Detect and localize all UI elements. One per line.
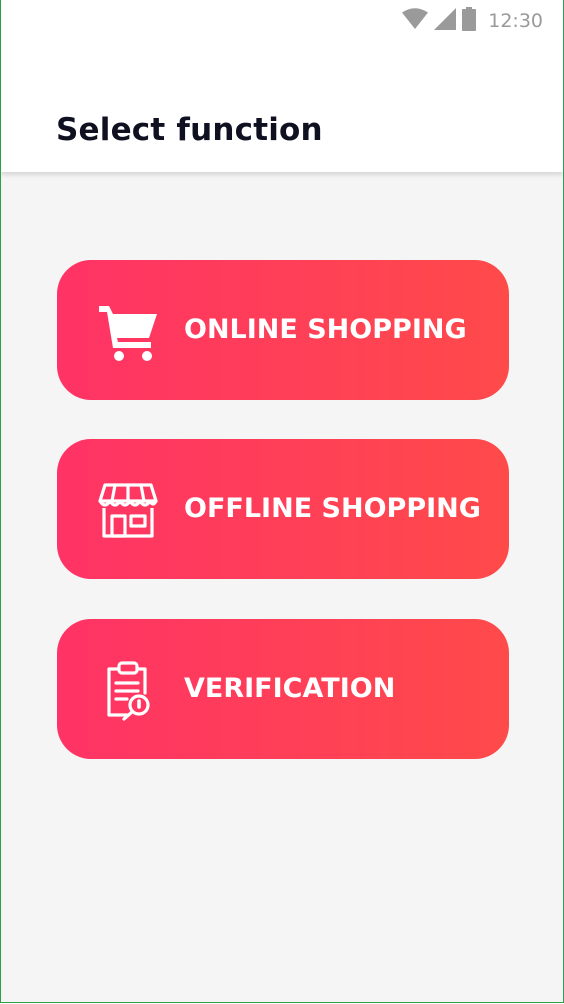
clipboard-search-icon	[97, 659, 159, 721]
shopping-cart-icon	[97, 300, 159, 362]
verification-button[interactable]: VERIFICATION	[57, 619, 509, 759]
status-time: 12:30	[488, 10, 543, 32]
verification-label: VERIFICATION	[184, 673, 396, 704]
storefront-icon	[97, 479, 159, 541]
cell-signal-icon	[434, 7, 457, 35]
status-icons: 12:30	[402, 6, 543, 36]
wifi-icon	[402, 7, 429, 35]
page-title: Select function	[56, 112, 323, 148]
app-screen: 12:30 Select function ONLINE SHOPPING OF…	[0, 0, 564, 1003]
status-bar: 12:30	[1, 0, 563, 44]
battery-icon	[462, 6, 477, 36]
app-bar: Select function	[1, 88, 563, 172]
offline-shopping-label: OFFLINE SHOPPING	[184, 493, 481, 524]
online-shopping-button[interactable]: ONLINE SHOPPING	[57, 260, 509, 400]
online-shopping-label: ONLINE SHOPPING	[184, 314, 467, 345]
offline-shopping-button[interactable]: OFFLINE SHOPPING	[57, 439, 509, 579]
status-spacer	[1, 44, 563, 88]
